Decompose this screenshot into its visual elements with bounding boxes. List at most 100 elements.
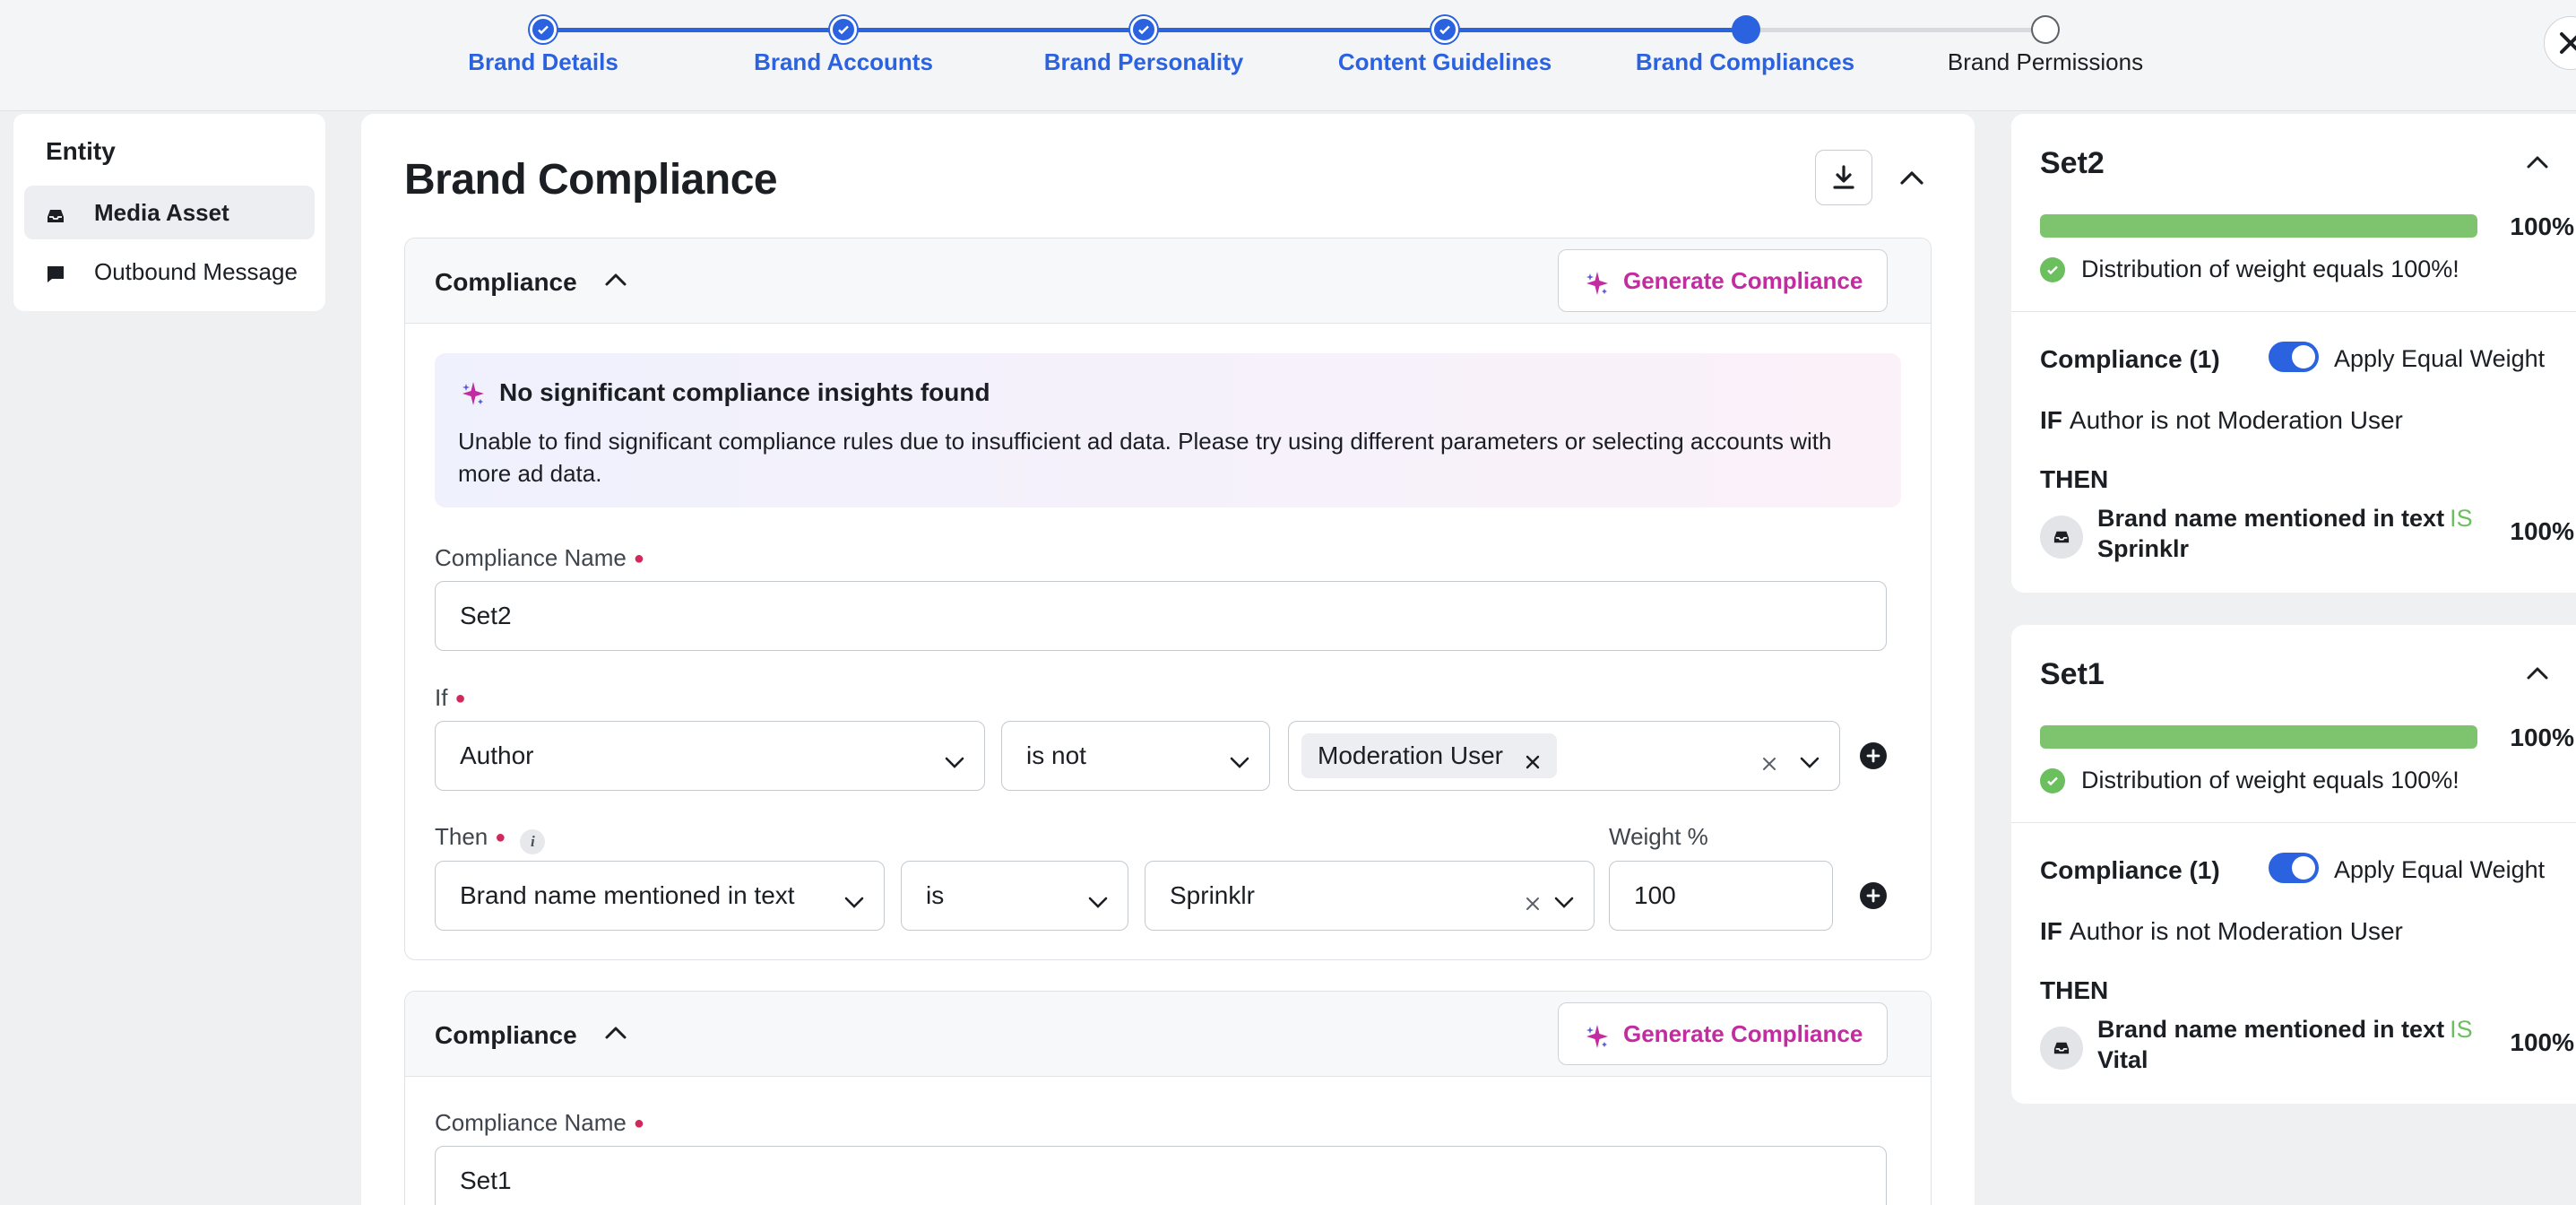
compliance-count: Compliance (1) bbox=[2040, 345, 2220, 373]
download-button[interactable] bbox=[1815, 150, 1872, 205]
weight-progress-bar bbox=[2040, 725, 2477, 749]
insight-text: Unable to find significant compliance ru… bbox=[458, 428, 1832, 487]
chevron-up-icon[interactable] bbox=[604, 271, 627, 291]
summary-card-set2: Set2 100% Distribution of weight equals … bbox=[2011, 114, 2576, 593]
then-operator-select[interactable]: is bbox=[901, 861, 1128, 931]
generate-compliance-button[interactable]: Generate Compliance bbox=[1558, 249, 1888, 312]
chevron-down-icon bbox=[1800, 747, 1820, 776]
generate-compliance-label: Generate Compliance bbox=[1623, 1019, 1863, 1047]
divider bbox=[2011, 822, 2576, 823]
check-circle-icon bbox=[2040, 256, 2065, 282]
sparkle-icon bbox=[1584, 270, 1611, 303]
weight-progress-value: 100% bbox=[2510, 212, 2574, 240]
summary-title: Set1 bbox=[2040, 657, 2105, 691]
step-current-dot[interactable] bbox=[1732, 15, 1760, 44]
inbox-icon bbox=[46, 204, 65, 231]
rule-summary: Brand name mentioned in text IS Vital bbox=[2097, 1016, 2473, 1073]
chevron-up-icon[interactable] bbox=[604, 1024, 627, 1045]
step-brand-accounts[interactable]: Brand Accounts bbox=[682, 48, 1005, 76]
generate-compliance-label: Generate Compliance bbox=[1623, 266, 1863, 294]
then-summary-label: THEN bbox=[2040, 976, 2109, 1004]
step-brand-permissions[interactable]: Brand Permissions bbox=[1884, 48, 2207, 76]
status-message: Distribution of weight equals 100%! bbox=[2040, 767, 2459, 794]
info-icon[interactable]: i bbox=[520, 829, 546, 854]
step-brand-details[interactable]: Brand Details bbox=[382, 48, 705, 76]
chip-remove-icon[interactable] bbox=[1525, 748, 1541, 776]
compliance-name-label: Compliance Name ● bbox=[435, 1109, 644, 1136]
step-check-icon[interactable] bbox=[830, 16, 857, 43]
check-circle-icon bbox=[2040, 767, 2065, 793]
close-icon bbox=[2560, 32, 2576, 54]
if-operator-select[interactable]: is not bbox=[1001, 721, 1270, 791]
step-brand-personality[interactable]: Brand Personality bbox=[982, 48, 1305, 76]
entity-title: Entity bbox=[46, 137, 116, 165]
apply-equal-weight-label: Apply Equal Weight bbox=[2334, 856, 2546, 883]
chevron-down-icon bbox=[1230, 747, 1249, 776]
chevron-up-icon[interactable] bbox=[2526, 664, 2549, 685]
chevron-down-icon bbox=[1554, 887, 1574, 915]
summary-card-set1: Set1 100% Distribution of weight equals … bbox=[2011, 625, 2576, 1104]
if-label: If ● bbox=[435, 684, 466, 711]
step-todo-dot[interactable] bbox=[2033, 17, 2058, 42]
weight-input[interactable]: 100 bbox=[1609, 861, 1833, 931]
inbox-icon bbox=[2040, 516, 2083, 559]
plus-icon bbox=[1866, 749, 1880, 763]
sparkle-icon bbox=[460, 380, 487, 412]
step-check-icon[interactable] bbox=[1431, 16, 1458, 43]
weight-progress-value: 100% bbox=[2510, 724, 2574, 751]
step-brand-compliances[interactable]: Brand Compliances bbox=[1584, 48, 1906, 76]
page-title: Brand Compliance bbox=[404, 156, 778, 204]
then-field-select[interactable]: Brand name mentioned in text bbox=[435, 861, 885, 931]
apply-equal-weight-toggle[interactable] bbox=[2269, 853, 2319, 883]
insight-title: No significant compliance insights found bbox=[499, 378, 990, 406]
if-summary: IF Author is not Moderation User bbox=[2040, 406, 2403, 434]
if-value-select[interactable]: Moderation User bbox=[1288, 721, 1840, 791]
chevron-down-icon bbox=[1088, 887, 1108, 915]
plus-icon bbox=[1866, 889, 1880, 903]
stepper-bar: Brand Details Brand Accounts Brand Perso… bbox=[0, 0, 2576, 111]
entity-item-media-asset[interactable]: Media Asset bbox=[24, 186, 315, 239]
apply-equal-weight-toggle[interactable] bbox=[2269, 342, 2319, 372]
then-summary-label: THEN bbox=[2040, 465, 2109, 493]
apply-equal-weight-label: Apply Equal Weight bbox=[2334, 345, 2546, 372]
weight-progress-bar bbox=[2040, 214, 2477, 238]
value-chip: Moderation User bbox=[1301, 733, 1557, 778]
insight-banner: No significant compliance insights found… bbox=[435, 353, 1901, 507]
main-panel: Brand Compliance Compliance Generate Com… bbox=[361, 114, 1975, 1205]
step-check-icon[interactable] bbox=[530, 16, 557, 43]
compliance-name-input[interactable]: Set1 bbox=[435, 1146, 1887, 1205]
status-message: Distribution of weight equals 100%! bbox=[2040, 256, 2459, 283]
stepper-remaining-line bbox=[1746, 28, 2045, 32]
summary-title: Set2 bbox=[2040, 146, 2105, 180]
add-action-button[interactable] bbox=[1860, 882, 1887, 909]
compliance-header-label: Compliance bbox=[435, 268, 577, 296]
add-condition-button[interactable] bbox=[1860, 742, 1887, 769]
rule-summary: Brand name mentioned in text IS Sprinklr bbox=[2097, 505, 2473, 562]
if-field-select[interactable]: Author bbox=[435, 721, 985, 791]
compliance-card-header[interactable]: Compliance Generate Compliance bbox=[405, 992, 1931, 1077]
then-value-select[interactable]: Sprinklr bbox=[1145, 861, 1595, 931]
chevron-down-icon bbox=[945, 747, 964, 776]
compliance-name-input[interactable]: Set2 bbox=[435, 581, 1887, 651]
divider bbox=[2011, 311, 2576, 312]
clear-icon[interactable] bbox=[1526, 889, 1540, 917]
chevron-up-icon[interactable] bbox=[2526, 153, 2549, 174]
rule-weight: 100% bbox=[2510, 517, 2574, 545]
clear-icon[interactable] bbox=[1762, 749, 1776, 777]
close-button[interactable] bbox=[2544, 16, 2576, 70]
entity-panel: Entity Media Asset Outbound Message bbox=[13, 114, 325, 311]
compliance-card: Compliance Generate Compliance Complianc… bbox=[404, 991, 1932, 1205]
compliance-name-label: Compliance Name ● bbox=[435, 544, 644, 571]
then-label: Then ● i bbox=[435, 823, 546, 854]
entity-item-outbound-message[interactable]: Outbound Message bbox=[24, 245, 315, 299]
chevron-down-icon bbox=[844, 887, 864, 915]
compliance-card-header[interactable]: Compliance Generate Compliance bbox=[405, 238, 1931, 324]
inbox-icon bbox=[2040, 1027, 2083, 1070]
collapse-all-button[interactable] bbox=[1894, 164, 1930, 191]
generate-compliance-button[interactable]: Generate Compliance bbox=[1558, 1002, 1888, 1065]
entity-item-label: Outbound Message bbox=[94, 257, 298, 285]
if-summary: IF Author is not Moderation User bbox=[2040, 917, 2403, 945]
rule-weight: 100% bbox=[2510, 1028, 2574, 1056]
step-content-guidelines[interactable]: Content Guidelines bbox=[1284, 48, 1606, 76]
step-check-icon[interactable] bbox=[1130, 16, 1157, 43]
